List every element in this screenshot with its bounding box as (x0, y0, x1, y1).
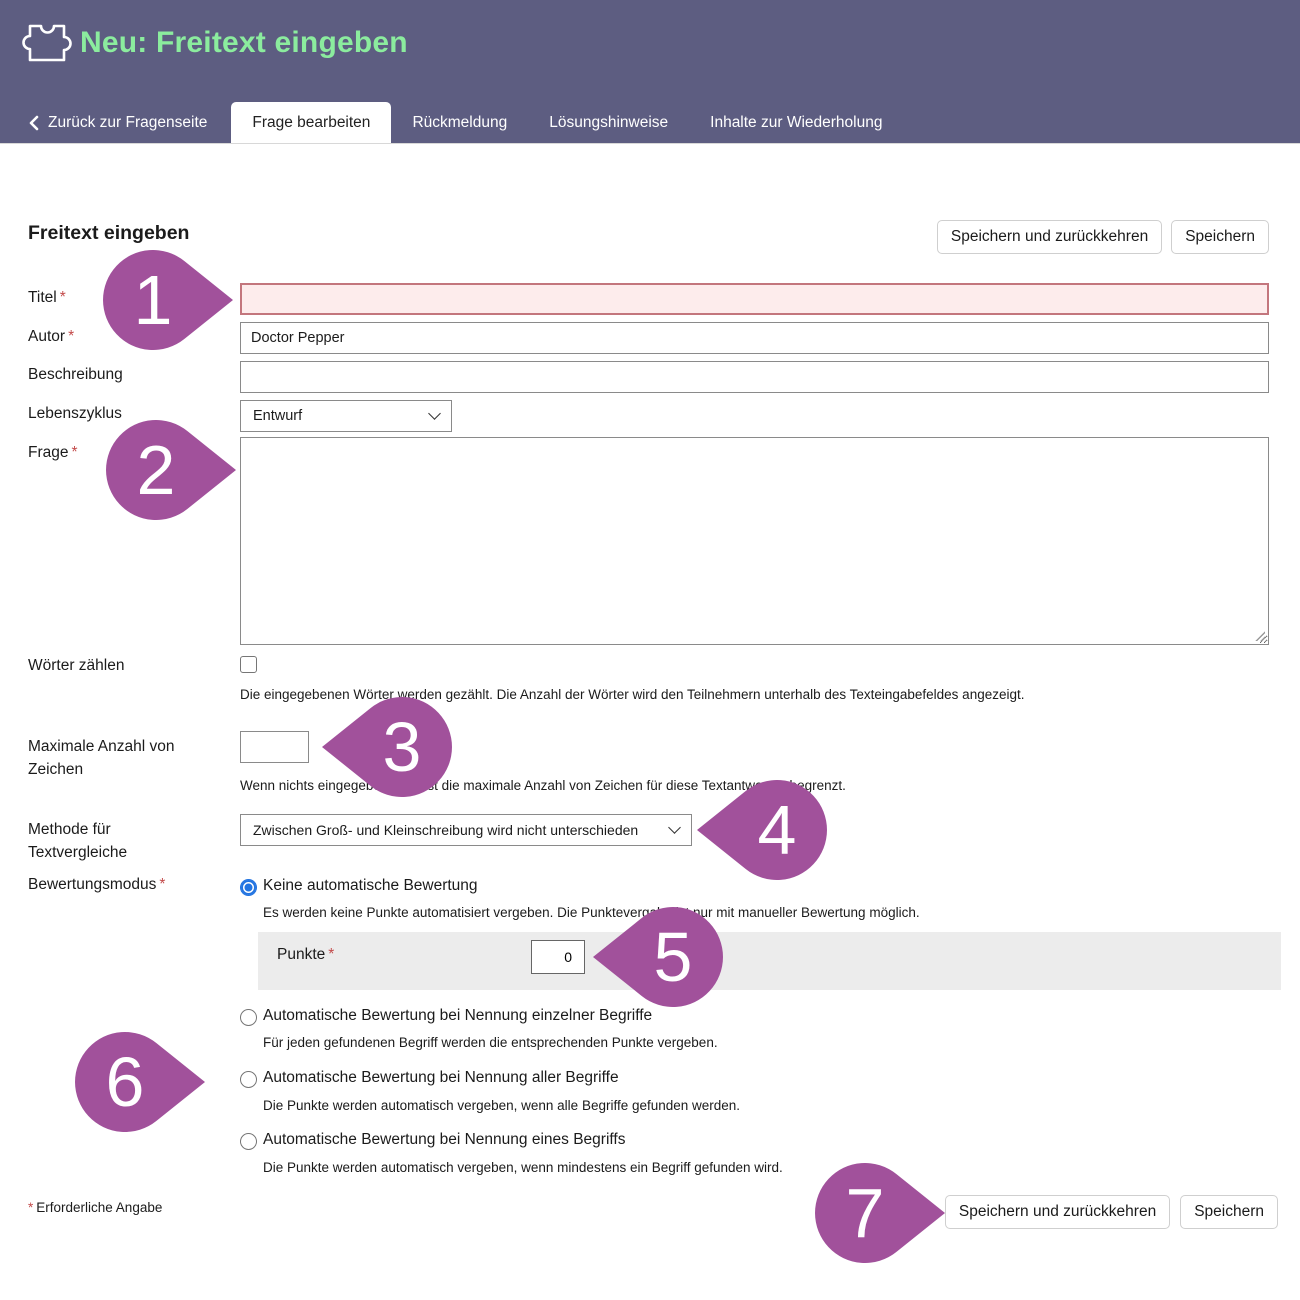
radio-help: Für jeden gefundenen Begriff werden die … (263, 1035, 718, 1050)
radio-bewertung-eines-begriffs[interactable] (240, 1133, 257, 1150)
required-star: * (328, 946, 334, 963)
bewertungsmodus-label: Bewertungsmodus* (28, 876, 165, 894)
autor-label: Autor* (28, 328, 74, 346)
radio-label: Keine automatische Bewertung (263, 877, 478, 895)
form-title: Freitext eingeben (28, 222, 189, 245)
required-star: * (72, 444, 78, 461)
tab-rueckmeldung[interactable]: Rückmeldung (391, 102, 528, 143)
radio-keine-automatische-bewertung[interactable] (240, 879, 257, 896)
max-zeichen-input[interactable] (240, 731, 309, 763)
top-action-buttons: Speichern und zurückkehren Speichern (937, 220, 1269, 254)
radio-label: Automatische Bewertung bei Nennung eines… (263, 1131, 625, 1149)
save-button-bottom[interactable]: Speichern (1180, 1195, 1278, 1229)
required-field-note: *Erforderliche Angabe (28, 1200, 162, 1215)
titel-label: Titel* (28, 289, 66, 307)
methode-textvergleiche-select[interactable]: Zwischen Groß- und Kleinschreibung wird … (240, 814, 692, 846)
radio-help: Die Punkte werden automatisch vergeben, … (263, 1160, 783, 1175)
tab-frage-bearbeiten[interactable]: Frage bearbeiten (231, 102, 391, 143)
frage-textarea[interactable] (240, 437, 1269, 645)
annotation-marker-6: 6 (75, 1032, 205, 1132)
annotation-marker-7: 7 (815, 1163, 945, 1263)
beschreibung-input[interactable] (240, 361, 1269, 393)
punkte-section (258, 932, 1281, 990)
radio-bewertung-aller-begriffe[interactable] (240, 1071, 257, 1088)
app-header: Neu: Freitext eingeben Zurück zur Fragen… (0, 0, 1300, 143)
page-header-title: Neu: Freitext eingeben (80, 26, 408, 60)
radio-help: Es werden keine Punkte automatisiert ver… (263, 905, 920, 920)
required-star: * (28, 1200, 33, 1215)
bottom-action-buttons: Speichern und zurückkehren Speichern (945, 1195, 1278, 1229)
radio-help: Die Punkte werden automatisch vergeben, … (263, 1098, 740, 1113)
autor-input[interactable] (240, 322, 1269, 354)
titel-input[interactable] (240, 283, 1269, 315)
punkte-label: Punkte* (277, 946, 334, 964)
chevron-down-icon (428, 407, 441, 420)
max-zeichen-help: Wenn nichts eingegeben wird, ist die max… (240, 778, 846, 793)
annotation-marker-2: 2 (106, 420, 236, 520)
save-and-return-button-bottom[interactable]: Speichern und zurückkehren (945, 1195, 1170, 1229)
save-and-return-button-top[interactable]: Speichern und zurückkehren (937, 220, 1162, 254)
tab-inhalte-zur-wiederholung[interactable]: Inhalte zur Wiederholung (689, 102, 903, 143)
lebenszyklus-select[interactable]: Entwurf (240, 400, 452, 432)
back-link-label: Zurück zur Fragenseite (48, 114, 207, 132)
frage-label: Frage* (28, 444, 78, 462)
tab-bar: Zurück zur Fragenseite Frage bearbeiten … (0, 102, 1300, 143)
punkte-input[interactable] (531, 940, 585, 974)
radio-bewertung-einzelner-begriffe[interactable] (240, 1009, 257, 1026)
back-to-question-page-link[interactable]: Zurück zur Fragenseite (28, 102, 207, 143)
lebenszyklus-label: Lebenszyklus (28, 405, 122, 423)
lebenszyklus-selected-value: Entwurf (253, 408, 302, 424)
max-zeichen-label: Maximale Anzahl von Zeichen (28, 735, 213, 782)
annotation-marker-4: 4 (697, 780, 827, 880)
puzzle-icon (20, 16, 72, 68)
chevron-left-icon (28, 115, 39, 131)
radio-label: Automatische Bewertung bei Nennung aller… (263, 1069, 619, 1087)
woerter-zaehlen-checkbox[interactable] (240, 656, 257, 673)
required-star: * (159, 876, 165, 893)
required-star: * (60, 289, 66, 306)
annotation-marker-1: 1 (103, 250, 233, 350)
radio-label: Automatische Bewertung bei Nennung einze… (263, 1007, 652, 1025)
required-star: * (68, 328, 74, 345)
save-button-top[interactable]: Speichern (1171, 220, 1269, 254)
tab-loesungshinweise[interactable]: Lösungshinweise (528, 102, 689, 143)
woerter-zaehlen-help: Die eingegebenen Wörter werden gezählt. … (240, 687, 1024, 702)
methode-selected-value: Zwischen Groß- und Kleinschreibung wird … (253, 822, 638, 838)
woerter-zaehlen-label: Wörter zählen (28, 657, 124, 675)
methode-label: Methode für Textvergleiche (28, 818, 213, 865)
chevron-down-icon (668, 821, 681, 834)
beschreibung-label: Beschreibung (28, 366, 123, 384)
